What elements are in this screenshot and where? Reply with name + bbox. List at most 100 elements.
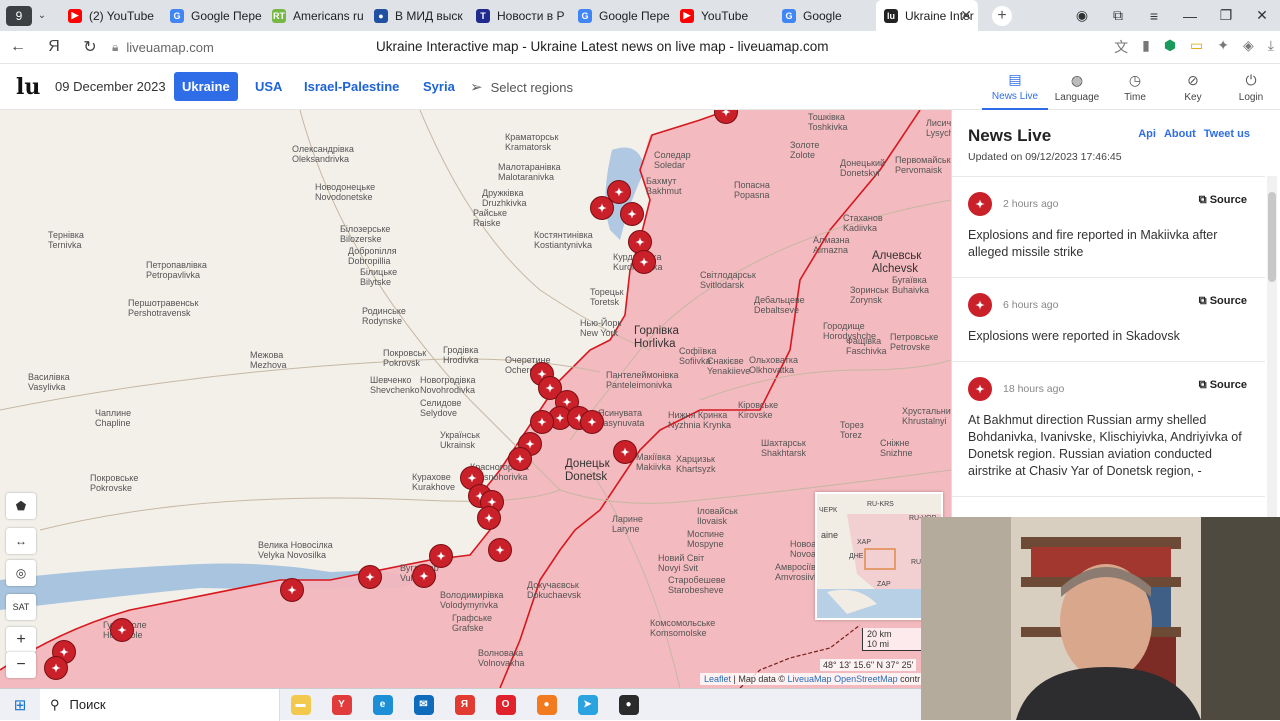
map-city-label[interactable]: Ясинувата Yasynuvata [598, 408, 644, 428]
event-marker-icon[interactable]: ✦ [280, 578, 304, 602]
map-city-label[interactable]: Селидове Selydove [420, 398, 461, 418]
taskbar-app-obs[interactable]: ● [608, 689, 649, 721]
nav-time[interactable]: ◷ Time [1106, 64, 1164, 110]
taskbar-search[interactable]: ⚲ Поиск [40, 688, 280, 721]
zoom-out-button[interactable]: − [6, 652, 36, 678]
map-city-label[interactable]: Донецьк Donetsk [565, 458, 610, 484]
news-item[interactable]: ✦ 18 hours ago ⧉ Source At Bakhmut directio… [952, 362, 1265, 497]
browser-tab[interactable]: T Новости в Р [468, 0, 570, 31]
browser-tab[interactable]: ▶ YouTube [672, 0, 774, 31]
select-regions-button[interactable]: ➢ Select regions [470, 78, 573, 96]
scrollbar-thumb[interactable] [1268, 192, 1276, 282]
event-marker-icon[interactable]: ✦ [429, 544, 453, 568]
nav-news-live[interactable]: ▤ News Live [982, 64, 1048, 110]
map-city-label[interactable]: Дружківка Druzhkivka [482, 188, 527, 208]
windows-start-icon[interactable]: ⊞ [0, 696, 40, 714]
region-usa[interactable]: USA [247, 72, 290, 101]
nav-language[interactable]: ◍ Language [1048, 64, 1106, 110]
source-link[interactable]: ⧉ Source [1199, 379, 1247, 392]
browser-tab[interactable]: G Google Пере [162, 0, 264, 31]
map-city-label[interactable]: Волноваха Volnovakha [478, 648, 525, 668]
map-city-label[interactable]: Первомайськ Pervomaisk [895, 155, 951, 175]
event-marker-icon[interactable]: ✦ [632, 250, 656, 274]
map-city-label[interactable]: Василівка Vasylivka [28, 372, 70, 392]
taskbar-app-edge[interactable]: e [362, 689, 403, 721]
map-city-label[interactable]: Велика Новосілка Velyka Novosilka [258, 540, 333, 560]
browser-tab[interactable]: lu Ukraine Inter ✕ [876, 0, 978, 31]
region-ukraine[interactable]: Ukraine [174, 72, 238, 101]
reload-icon[interactable]: ↻ [72, 37, 108, 57]
map-city-label[interactable]: Хрустальний Khrustalnyi [902, 406, 951, 426]
battery-icon[interactable]: ▭ [1190, 37, 1203, 57]
map-city-label[interactable]: Тошківка Toshkivka [808, 112, 848, 132]
map-city-label[interactable]: Добропілля Dobropillia [348, 246, 397, 266]
news-item[interactable]: ✦ 2 hours ago ⧉ Source Explosions and fire … [952, 177, 1265, 278]
map-city-label[interactable]: Горлівка Horlivka [634, 325, 679, 351]
map-city-label[interactable]: Лисичанськ Lysychansk [926, 118, 951, 138]
map-city-label[interactable]: Донецький Donetskyi [840, 158, 885, 178]
bookmark-icon[interactable]: ▮ [1142, 37, 1150, 57]
map-city-label[interactable]: Моспине Mospyne [687, 529, 724, 549]
restore-button[interactable]: ❐ [1208, 7, 1244, 24]
map-city-label[interactable]: Гродівка Hrodivka [443, 345, 479, 365]
map-city-label[interactable]: Ольховатка Olkhovatka [749, 355, 798, 375]
map-city-label[interactable]: Ларине Laryne [612, 514, 643, 534]
map-city-label[interactable]: Макіївка Makiivka [636, 452, 671, 472]
news-item[interactable]: ✦ 6 hours ago ⧉ Source Explosions were repo… [952, 278, 1265, 362]
new-tab-button[interactable]: + [992, 5, 1012, 26]
region-israel-palestine[interactable]: Israel-Palestine [296, 72, 407, 101]
browser-tab[interactable]: ▶ (2) YouTube [60, 0, 162, 31]
collections-icon[interactable]: ⧉ [1100, 7, 1136, 24]
browser-tab[interactable]: ● В МИД выск [366, 0, 468, 31]
map-canvas[interactable]: Краматорськ Kramatorsk Олександрівка Olek… [0, 110, 951, 688]
map-city-label[interactable]: Петровське Petrovske [890, 332, 938, 352]
news-text[interactable]: At Bakhmut direction Russian army shelle… [968, 412, 1249, 480]
map-city-label[interactable]: Харцизьк Khartsyzk [676, 454, 716, 474]
map-city-label[interactable]: Докучаєвськ Dokuchaevsk [527, 580, 581, 600]
profile-icon[interactable]: ◉ [1064, 7, 1100, 24]
map-city-label[interactable]: Олександрівка Oleksandrivka [292, 144, 354, 164]
region-syria[interactable]: Syria [415, 72, 463, 101]
leaflet-link[interactable]: Leaflet [704, 674, 731, 684]
source-link[interactable]: ⧉ Source [1199, 295, 1247, 308]
map-city-label[interactable]: Золоте Zolote [790, 140, 819, 160]
map-city-label[interactable]: Зоринськ Zorynsk [850, 285, 889, 305]
event-marker-icon[interactable]: ✦ [44, 656, 68, 680]
map-city-label[interactable]: Шахтарськ Shakhtarsk [761, 438, 806, 458]
map-city-label[interactable]: Новодонецьке Novodonetske [315, 182, 375, 202]
map-city-label[interactable]: Графське Grafske [452, 613, 492, 633]
map-city-label[interactable]: Дебальцеве Debaltseve [754, 295, 805, 315]
zoom-in-button[interactable]: + [6, 627, 36, 653]
taskbar-app-yandex-browser[interactable]: Я [444, 689, 485, 721]
news-text[interactable]: Explosions and fire reported in Makiivka… [968, 227, 1249, 261]
browser-tab[interactable]: RT Americans ru [264, 0, 366, 31]
osm-link[interactable]: OpenStreetMap [834, 674, 898, 684]
map-city-label[interactable]: Нижня Кринка Nyzhnia Krynka [668, 410, 731, 430]
map-city-label[interactable]: Малотаранівка Malotaranivka [498, 162, 561, 182]
taskbar-app-mail[interactable]: ✉ [403, 689, 444, 721]
map-city-label[interactable]: Стаханов Kadiivka [843, 213, 883, 233]
event-marker-icon[interactable]: ✦ [613, 440, 637, 464]
nav-login[interactable]: ⏻ Login [1222, 64, 1280, 110]
map-city-label[interactable]: Бугаївка Buhaivka [892, 275, 929, 295]
map-city-label[interactable]: Покровське Pokrovske [90, 473, 138, 493]
news-text[interactable]: Explosions were reported in Skadovsk [968, 328, 1249, 345]
close-window-button[interactable]: ✕ [1244, 7, 1280, 24]
extensions-icon[interactable]: ✦ [1217, 37, 1229, 57]
map-city-label[interactable]: Родинське Rodynske [362, 306, 406, 326]
map-city-label[interactable]: Торез Torez [840, 420, 864, 440]
map-city-label[interactable]: Єнакієве Yenakiieve [707, 356, 750, 376]
event-marker-icon[interactable]: ✦ [590, 196, 614, 220]
menu-icon[interactable]: ≡ [1136, 8, 1172, 24]
satellite-button[interactable]: SAT [6, 594, 36, 620]
liveuamap-link[interactable]: LiveuaMap [788, 674, 832, 684]
map-city-label[interactable]: Новий Світ Novyi Svit [658, 553, 704, 573]
map-city-label[interactable]: Краматорськ Kramatorsk [505, 132, 558, 152]
event-marker-icon[interactable]: ✦ [580, 410, 604, 434]
map-city-label[interactable]: Старобешеве Starobesheve [668, 575, 726, 595]
map-city-label[interactable]: Шевченко Shevchenko [370, 375, 420, 395]
taskbar-app-file-explorer[interactable]: ▬ [280, 689, 321, 721]
map-city-label[interactable]: Алчевськ Alchevsk [872, 250, 921, 276]
map-city-label[interactable]: Петропавлівка Petropavlivka [146, 260, 207, 280]
close-tab-icon[interactable]: ✕ [960, 7, 972, 24]
